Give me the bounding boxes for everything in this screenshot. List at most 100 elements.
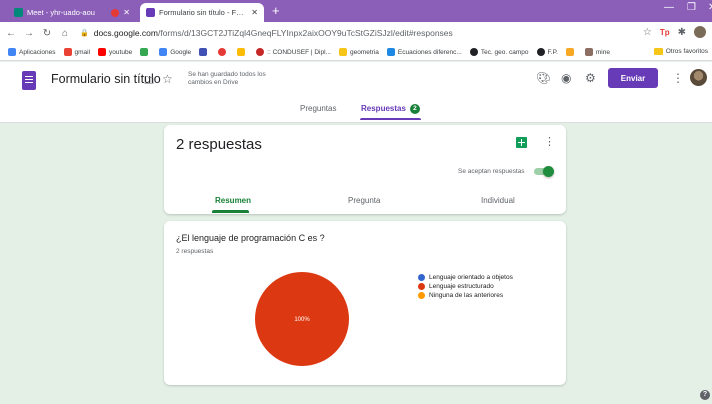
accepting-responses-label: Se aceptan respuestas [458, 168, 525, 175]
globe-icon [469, 48, 478, 56]
bookmark-item[interactable]: :: CONDUSEF | Dipl... [256, 48, 331, 56]
minimize-icon[interactable]: — [664, 2, 674, 13]
tab-individual[interactable]: Individual [481, 196, 515, 205]
sheets-icon[interactable] [516, 137, 527, 148]
apps-grid-icon [8, 48, 16, 56]
bookmark-item[interactable]: mine [584, 48, 610, 56]
bookmark-item[interactable]: gmail [63, 48, 90, 56]
mine-icon [584, 48, 593, 56]
bookmark-item[interactable]: F.P. [536, 48, 558, 56]
chart-legend: Lenguaje orientado a objetos Lenguaje est… [418, 273, 513, 300]
forward-icon[interactable]: → [22, 28, 36, 39]
google-forms-icon[interactable] [22, 71, 36, 90]
bookmark-item[interactable] [237, 48, 248, 56]
more-options-icon[interactable]: ⋮ [544, 135, 555, 148]
home-icon[interactable]: ⌂ [58, 28, 72, 39]
browser-tab-strip: Meet - yhr-uado-aou ✕ Formulario sin tít… [0, 0, 712, 22]
bookmark-item[interactable]: Google [159, 48, 191, 56]
active-subtab-indicator [212, 210, 249, 213]
move-to-folder-icon[interactable]: 🗀 [144, 74, 154, 91]
browser-tab-forms[interactable]: Formulario sin título - Formulario ✕ [140, 3, 264, 22]
browser-tab-title: Formulario sin título - Formulario [159, 8, 247, 17]
more-options-icon[interactable]: ⋮ [672, 71, 684, 85]
tab-question[interactable]: Pregunta [348, 196, 380, 205]
url-host: docs.google.com [93, 28, 158, 38]
url-path: /forms/d/13GCT2JTiZql4GneqFLYInpx2aixOOY… [157, 28, 453, 38]
legend-item: Lenguaje orientado a objetos [418, 273, 513, 282]
question-summary-card: ¿El lenguaje de programación C es ? 2 re… [164, 221, 566, 385]
question-response-count: 2 respuestas [176, 248, 214, 255]
bookmark-item[interactable]: youtube [98, 48, 132, 56]
tab-responses[interactable]: Respuestas 2 [361, 104, 420, 114]
extension-icon[interactable]: Tp [660, 28, 670, 37]
new-tab-button[interactable]: + [272, 3, 280, 19]
bookmark-item[interactable]: Ecuaciones diferenc... [386, 48, 462, 56]
bookmark-item[interactable] [218, 48, 229, 56]
bookmark-item[interactable] [565, 48, 577, 56]
profile-avatar[interactable] [694, 26, 706, 38]
bookmark-item[interactable]: Tec. geo. campo [469, 48, 529, 56]
question-title: ¿El lenguaje de programación C es ? [176, 233, 325, 243]
maximize-icon[interactable]: ❐ [687, 2, 696, 13]
legend-swatch [418, 283, 425, 290]
star-icon[interactable]: ☆ [162, 72, 173, 86]
close-window-icon[interactable]: ✕ [708, 2, 712, 13]
browser-tab-title: Meet - yhr-uado-aou [27, 8, 95, 17]
math-icon [386, 48, 395, 56]
meet-favicon-icon [14, 8, 23, 17]
globe-icon [536, 48, 545, 56]
legend-label: Ninguna de las anteriores [429, 292, 504, 299]
close-tab-icon[interactable]: ✕ [251, 8, 258, 17]
responses-summary-card: 2 respuestas ⋮ Se aceptan respuestas Res… [164, 125, 566, 214]
geometria-icon [338, 48, 347, 56]
tab-questions[interactable]: Preguntas [300, 104, 336, 113]
toggle-knob [543, 166, 554, 177]
legend-swatch [418, 274, 425, 281]
tab-summary[interactable]: Resumen [215, 196, 251, 205]
browser-tab-meet[interactable]: Meet - yhr-uado-aou ✕ [8, 3, 136, 22]
help-icon[interactable]: ? [700, 390, 710, 400]
google-icon [159, 48, 168, 56]
youtube-icon [98, 48, 107, 56]
back-icon[interactable]: ← [4, 28, 18, 39]
folder-icon [653, 48, 663, 55]
responses-count-badge: 2 [409, 104, 420, 114]
bookmark-item[interactable] [140, 48, 151, 56]
url-field[interactable]: 🔒 docs.google.com/forms/d/13GCT2JTiZql4G… [80, 28, 453, 38]
preview-eye-icon[interactable]: ◉ [561, 71, 571, 85]
bookmark-icon [565, 48, 574, 56]
maps-pin-icon [140, 48, 149, 56]
settings-gear-icon[interactable]: ⚙ [585, 71, 596, 85]
puzzle-extension-icon[interactable]: ✱ [678, 27, 686, 38]
close-tab-icon[interactable]: ✕ [123, 8, 130, 17]
bookmark-icon [218, 48, 227, 56]
lock-icon: 🔒 [80, 30, 89, 37]
legend-item: Ninguna de las anteriores [418, 291, 513, 300]
bookmark-item[interactable]: Aplicaciones [8, 48, 56, 56]
accepting-responses-toggle[interactable] [534, 166, 554, 177]
reload-icon[interactable]: ↻ [40, 28, 54, 39]
address-bar: ← → ↻ ⌂ 🔒 docs.google.com/forms/d/13GCT2… [0, 22, 712, 44]
palette-icon[interactable]: 🎨︎ [536, 71, 551, 85]
drive-icon [237, 48, 246, 56]
responses-count-title: 2 respuestas [176, 136, 262, 153]
bookmark-icon [199, 48, 208, 56]
gmail-icon [63, 48, 72, 56]
recording-indicator-icon [111, 8, 120, 17]
send-button[interactable]: Enviar [608, 68, 658, 88]
legend-label: Lenguaje estructurado [429, 283, 494, 290]
pie-chart: 100% [255, 272, 349, 366]
avatar[interactable] [690, 69, 707, 86]
legend-swatch [418, 292, 425, 299]
other-bookmarks[interactable]: Otros favoritos [653, 48, 708, 55]
pie-slice-label: 100% [294, 317, 310, 323]
bookmark-item[interactable] [199, 48, 210, 56]
active-tab-indicator [360, 118, 421, 120]
legend-item: Lenguaje estructurado [418, 282, 513, 291]
forms-header: Formulario sin título 🗀 ☆ Se han guardad… [0, 62, 712, 123]
form-tabs: Preguntas Respuestas 2 [0, 100, 712, 120]
forms-favicon-icon [146, 8, 155, 17]
bookmark-star-icon[interactable]: ☆ [643, 27, 652, 38]
bookmark-item[interactable]: geometria [338, 48, 379, 56]
bookmarks-bar: Aplicaciones gmail youtube Google :: CON… [0, 44, 712, 61]
